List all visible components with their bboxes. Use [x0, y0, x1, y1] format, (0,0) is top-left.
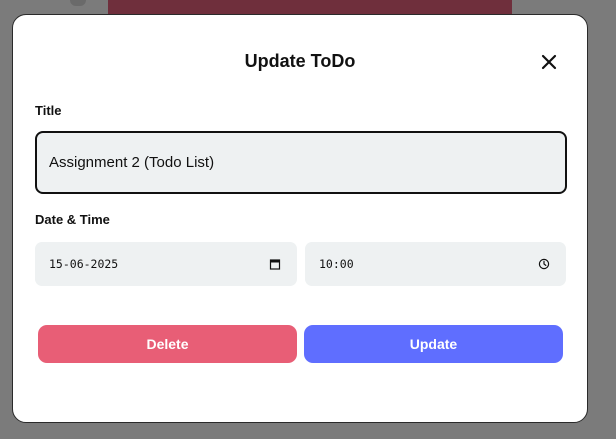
- calendar-icon[interactable]: [269, 257, 281, 275]
- time-value: 10:00: [319, 257, 354, 271]
- background-avatar: [70, 0, 86, 6]
- clock-icon[interactable]: [538, 257, 550, 275]
- date-time-label: Date & Time: [35, 212, 110, 227]
- title-label: Title: [35, 103, 62, 118]
- date-value: 15-06-2025: [49, 257, 119, 271]
- close-icon: [541, 54, 557, 70]
- time-input[interactable]: 10:00: [305, 242, 566, 286]
- update-button[interactable]: Update: [304, 325, 563, 363]
- delete-button[interactable]: Delete: [38, 325, 297, 363]
- date-input[interactable]: 15-06-2025: [35, 242, 297, 286]
- close-button[interactable]: [540, 53, 558, 71]
- modal-title: Update ToDo: [244, 51, 356, 71]
- title-input[interactable]: [35, 131, 567, 194]
- update-todo-modal: Update ToDo Title Date & Time 15-06-2025…: [12, 14, 588, 423]
